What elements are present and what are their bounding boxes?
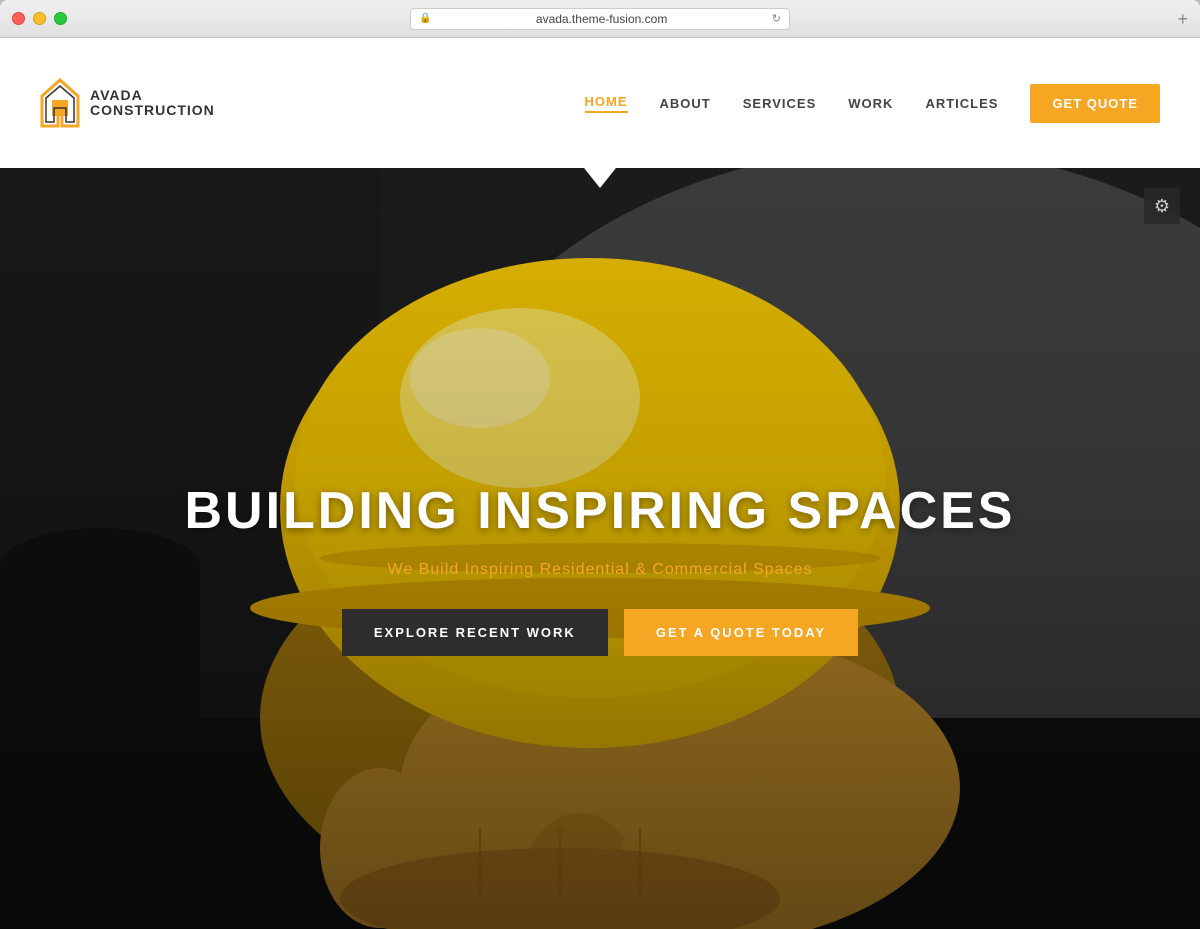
mac-titlebar: 🔒 avada.theme-fusion.com ↻ + <box>0 0 1200 38</box>
website-content: AVADA CONSTRUCTION HOME ABOUT SERVICES W… <box>0 38 1200 929</box>
navbar: AVADA CONSTRUCTION HOME ABOUT SERVICES W… <box>0 38 1200 168</box>
explore-work-button[interactable]: EXPLORE RECENT WORK <box>342 609 608 656</box>
lock-icon: 🔒 <box>419 13 431 24</box>
refresh-icon[interactable]: ↻ <box>772 12 781 25</box>
nav-item-home[interactable]: HOME <box>585 94 628 113</box>
logo-icon <box>40 78 80 128</box>
get-quote-nav-button[interactable]: GET QUOTE <box>1030 84 1160 123</box>
settings-gear-button[interactable]: ⚙ <box>1144 188 1180 224</box>
hero-subtitle: We Build Inspiring Residential & Commerc… <box>388 561 813 579</box>
new-tab-button[interactable]: + <box>1177 10 1188 28</box>
nav-item-work[interactable]: WORK <box>848 96 893 111</box>
logo-text: AVADA CONSTRUCTION <box>90 88 215 119</box>
window-controls <box>12 12 67 25</box>
url-text: avada.theme-fusion.com <box>437 12 765 26</box>
maximize-button[interactable] <box>54 12 67 25</box>
minimize-button[interactable] <box>33 12 46 25</box>
nav-item-about[interactable]: ABOUT <box>660 96 711 111</box>
nav-item-services[interactable]: SERVICES <box>743 96 817 111</box>
logo: AVADA CONSTRUCTION <box>40 78 215 128</box>
hero-title: BUILDING INSPIRING SPACES <box>184 481 1015 541</box>
chevron-down-icon <box>584 168 616 188</box>
hero-content: BUILDING INSPIRING SPACES We Build Inspi… <box>184 481 1015 656</box>
logo-avada: AVADA <box>90 88 215 103</box>
nav-item-articles[interactable]: ARTICLES <box>925 96 998 111</box>
nav-menu: HOME ABOUT SERVICES WORK ARTICLES GET QU… <box>585 84 1160 123</box>
gear-icon: ⚙ <box>1154 196 1170 217</box>
get-quote-hero-button[interactable]: GET A QUOTE TODAY <box>624 609 858 656</box>
address-bar[interactable]: 🔒 avada.theme-fusion.com ↻ <box>410 8 790 30</box>
hero-buttons: EXPLORE RECENT WORK GET A QUOTE TODAY <box>342 609 858 656</box>
logo-construction: CONSTRUCTION <box>90 103 215 118</box>
mac-window: 🔒 avada.theme-fusion.com ↻ + AVADA <box>0 0 1200 929</box>
close-button[interactable] <box>12 12 25 25</box>
hero-section: BUILDING INSPIRING SPACES We Build Inspi… <box>0 168 1200 929</box>
